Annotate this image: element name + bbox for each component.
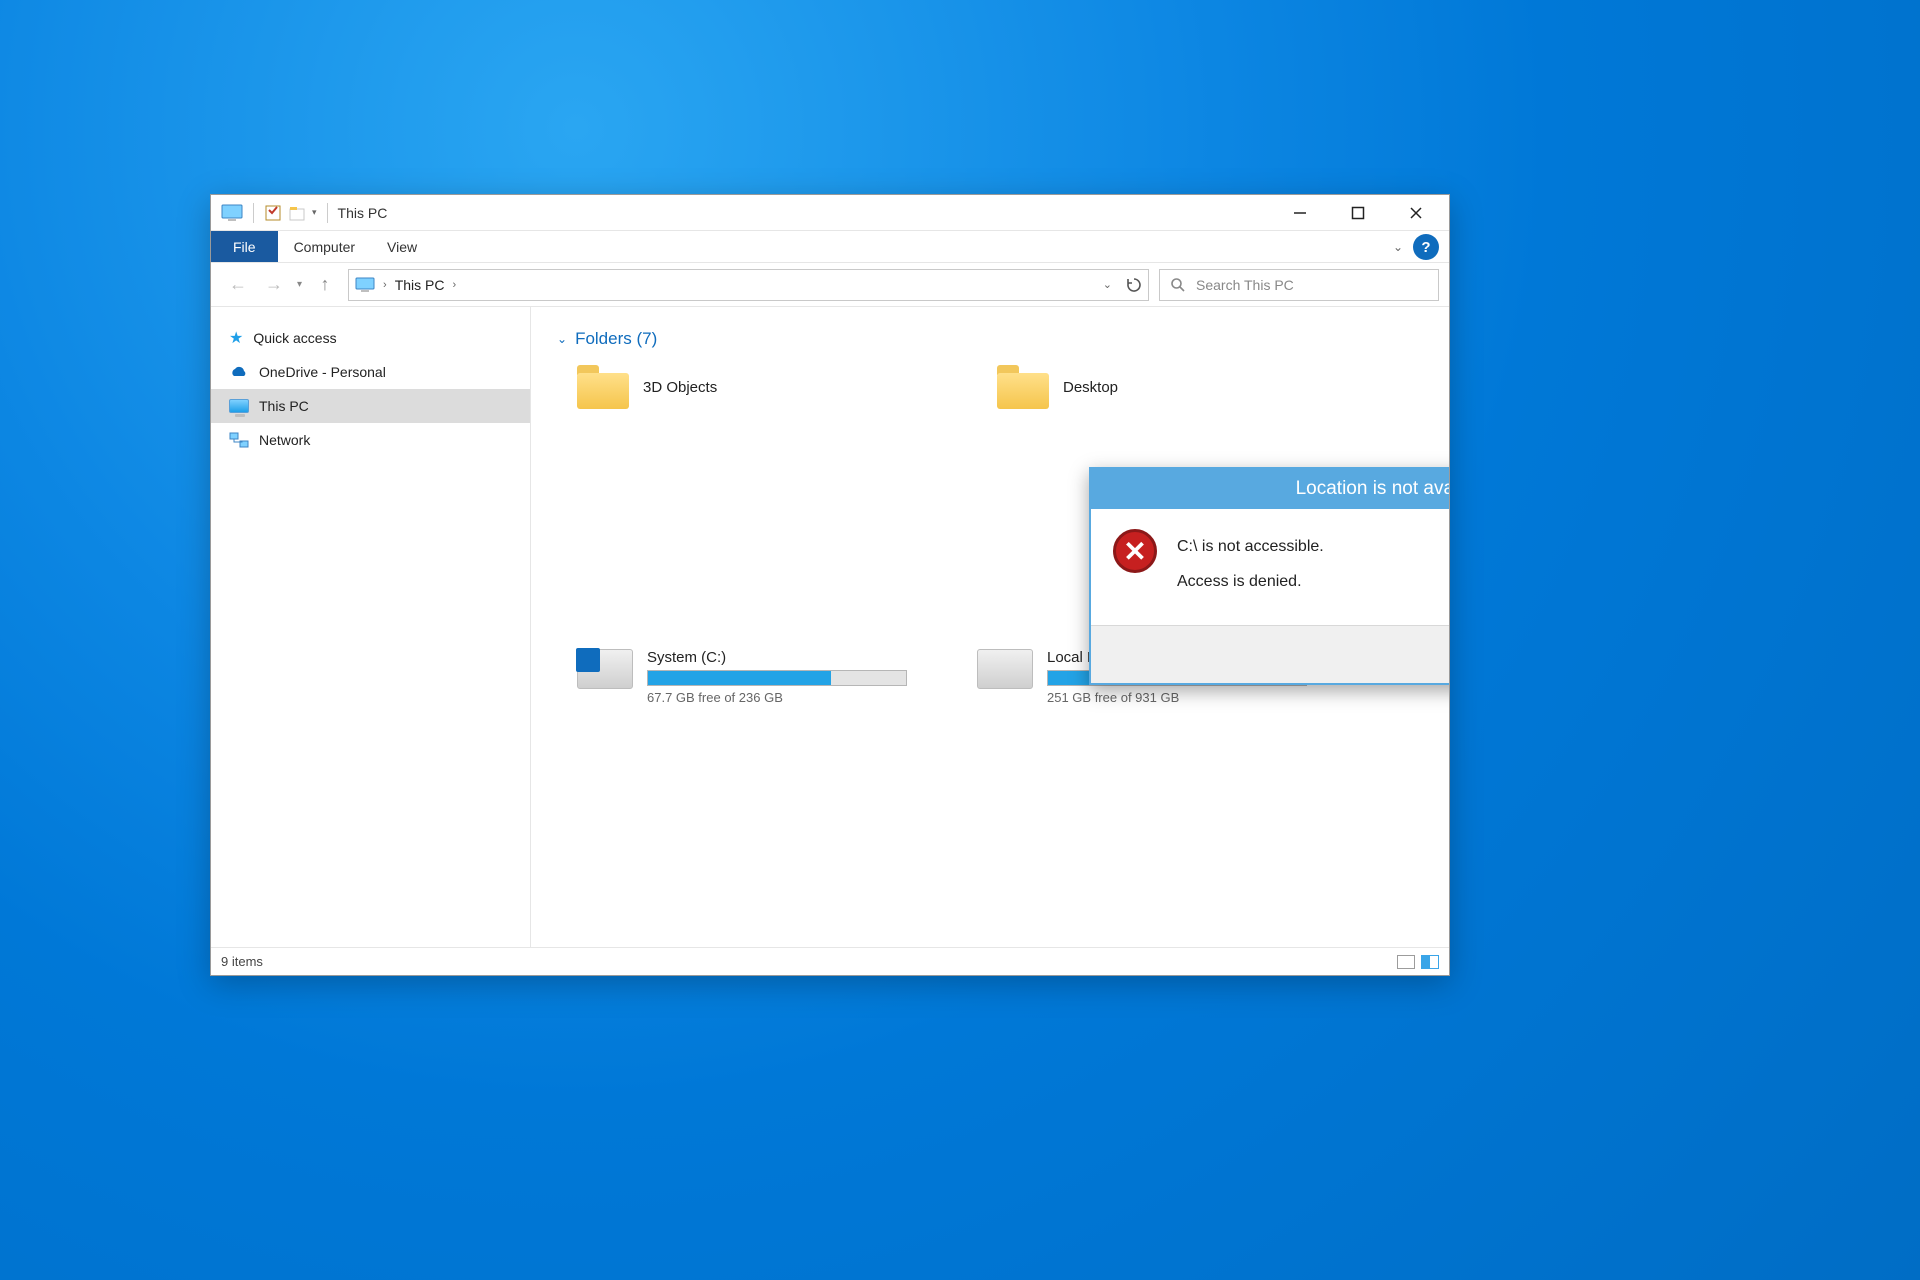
sidebar-item-label: Quick access [253,330,336,346]
folder-icon [997,365,1049,409]
titlebar[interactable]: ▾ This PC [211,195,1449,231]
drive-free-text: 67.7 GB free of 236 GB [647,690,917,705]
view-tiles-icon[interactable] [1421,955,1439,969]
file-explorer-window: ▾ This PC File Computer View ⌄ [210,194,1450,976]
window-title: This PC [338,205,388,221]
dialog-message: C:\ is not accessible. Access is denied. [1177,529,1324,599]
dialog-line2: Access is denied. [1177,564,1324,599]
network-icon [229,432,249,448]
drive-system-c[interactable]: System (C:) 67.7 GB free of 236 GB [577,649,917,705]
address-dropdown-icon[interactable]: ⌄ [1103,278,1112,291]
dialog-line1: C:\ is not accessible. [1177,529,1324,564]
help-icon[interactable]: ? [1413,234,1439,260]
search-icon [1170,277,1186,293]
tab-view[interactable]: View [371,231,433,262]
tab-computer[interactable]: Computer [278,231,371,262]
this-pc-icon [355,277,375,293]
tab-file[interactable]: File [211,231,278,262]
error-icon: ✕ [1113,529,1157,573]
folder-label: Desktop [1063,379,1118,396]
cloud-icon [229,365,249,379]
ribbon-tabs: File Computer View ⌄ ? [211,231,1449,263]
pc-icon [229,399,249,413]
content-pane: ⌄ Folders (7) 3D Objects Desktop [531,307,1449,947]
drive-free-text: 251 GB free of 931 GB [1047,690,1317,705]
new-folder-icon[interactable] [288,204,306,222]
folder-desktop[interactable]: Desktop [997,365,1297,409]
star-icon: ★ [229,328,243,348]
sidebar-item-this-pc[interactable]: This PC [211,389,530,423]
drive-label: System (C:) [647,649,917,666]
window-controls [1271,195,1445,231]
drive-icon [577,649,633,689]
drive-icon [977,649,1033,689]
forward-button[interactable]: → [261,272,287,298]
dialog-title: Location is not available [1296,478,1449,500]
view-mode-switcher [1397,955,1439,969]
refresh-icon[interactable] [1126,277,1142,293]
folder-3d-objects[interactable]: 3D Objects [577,365,877,409]
status-bar: 9 items [211,947,1449,975]
ribbon-collapse-icon[interactable]: ⌄ [1383,231,1413,262]
back-button[interactable]: ← [225,272,251,298]
properties-icon[interactable] [264,204,282,222]
view-details-icon[interactable] [1397,955,1415,969]
breadcrumb[interactable]: This PC [395,277,445,293]
chevron-down-icon: ⌄ [557,332,567,346]
drive-usage-bar [647,670,907,686]
search-placeholder: Search This PC [1196,277,1294,293]
sidebar-item-label: OneDrive - Personal [259,364,386,380]
separator [327,203,328,223]
minimize-button[interactable] [1271,195,1329,231]
chevron-right-icon[interactable]: › [383,279,387,291]
navigation-bar: ← → ▾ ↑ › This PC › ⌄ [211,263,1449,307]
sidebar-item-label: This PC [259,398,309,414]
address-bar[interactable]: › This PC › ⌄ [348,269,1149,301]
sidebar-item-quick-access[interactable]: ★ Quick access [211,321,530,355]
folder-label: 3D Objects [643,379,717,396]
this-pc-icon [221,204,243,222]
section-header-label: Folders (7) [575,329,657,349]
sidebar-item-onedrive[interactable]: OneDrive - Personal [211,355,530,389]
navigation-pane: ★ Quick access OneDrive - Personal This … [211,307,531,947]
separator [253,203,254,223]
folder-icon [577,365,629,409]
error-dialog: Location is not available ✕ ✕ C:\ is not… [1089,467,1449,685]
sidebar-item-network[interactable]: Network [211,423,530,457]
search-input[interactable]: Search This PC [1159,269,1439,301]
qat-dropdown-icon[interactable]: ▾ [312,207,317,218]
quick-access-toolbar: ▾ [215,203,323,223]
recent-locations-dropdown[interactable]: ▾ [297,279,302,290]
maximize-button[interactable] [1329,195,1387,231]
desktop-background: ▾ This PC File Computer View ⌄ [0,0,1920,1280]
up-button[interactable]: ↑ [312,272,338,298]
chevron-right-icon[interactable]: › [453,279,457,291]
sidebar-item-label: Network [259,432,310,448]
close-button[interactable] [1387,195,1445,231]
status-items-count: 9 items [221,954,263,969]
section-header-folders[interactable]: ⌄ Folders (7) [557,329,1433,349]
dialog-titlebar[interactable]: Location is not available ✕ [1091,469,1449,509]
